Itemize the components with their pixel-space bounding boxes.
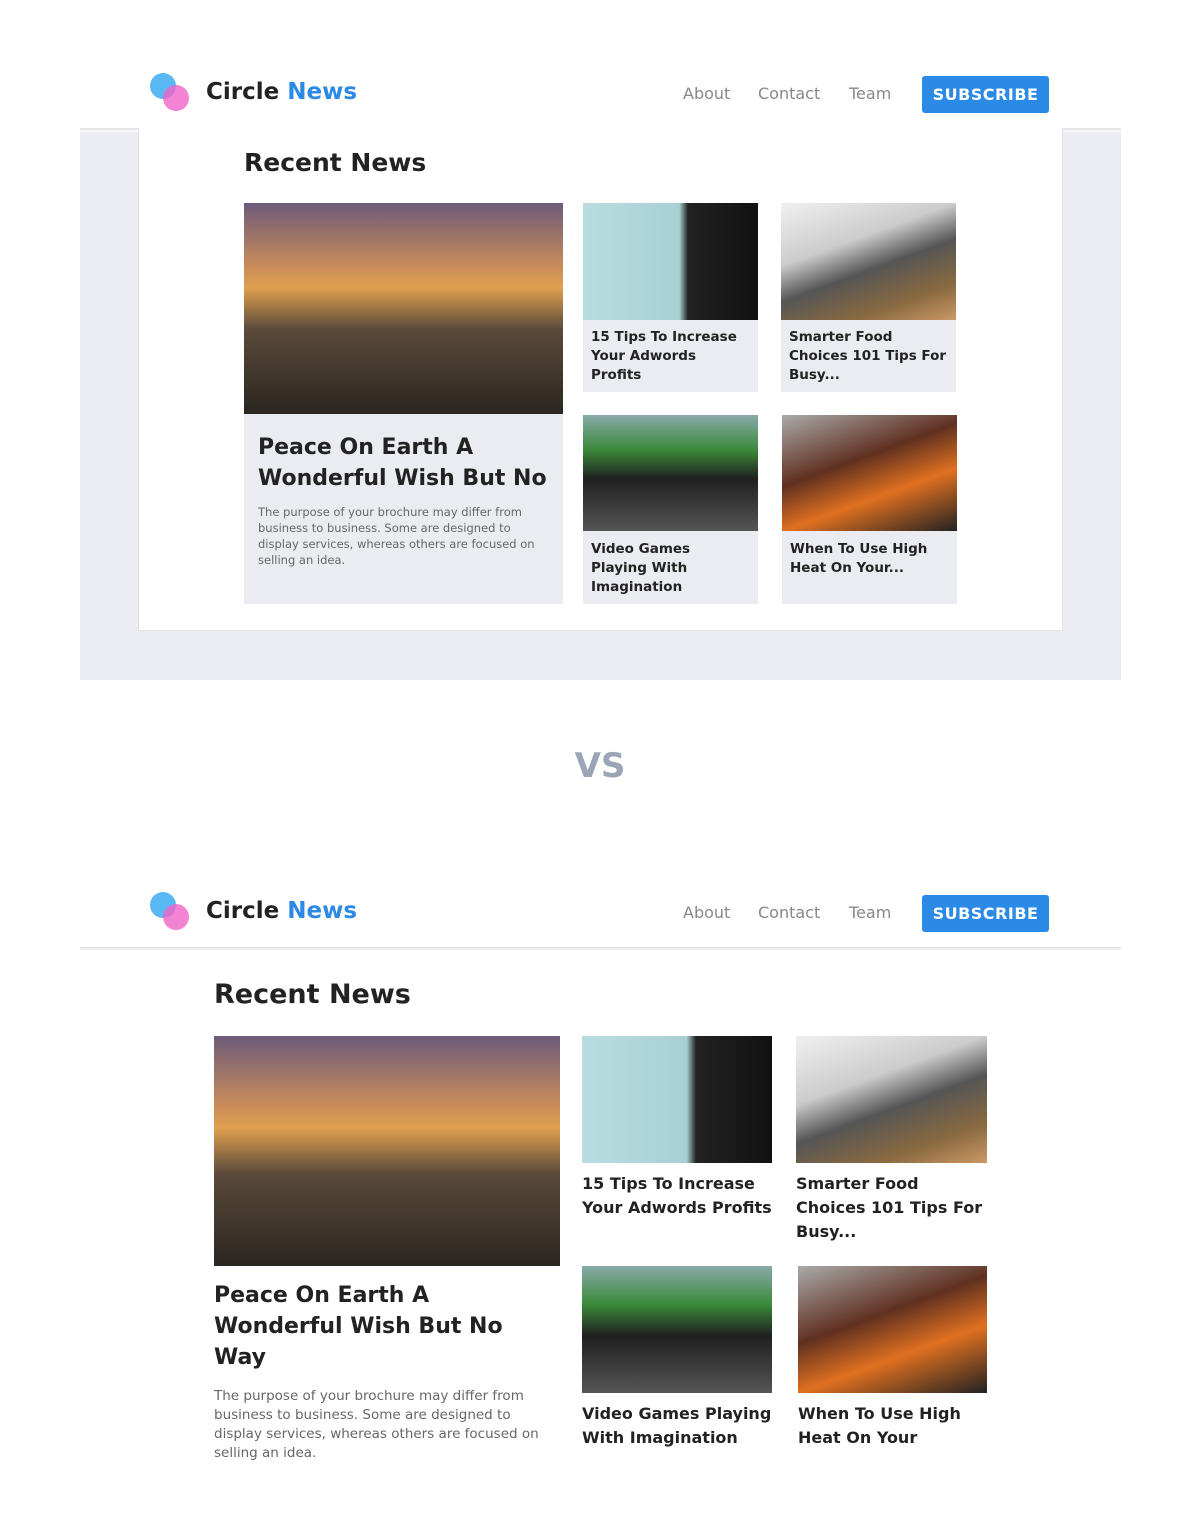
logo-icon[interactable] [150, 892, 190, 932]
card-image [583, 203, 758, 320]
nav-contact[interactable]: Contact [758, 84, 820, 103]
featured-title: Peace On Earth A Wonderful Wish But No W… [214, 1283, 503, 1370]
news-card[interactable]: When To Use High Heat On Your [798, 1266, 987, 1450]
bottom-version: Circle News About Contact Team SUBSCRIBE… [0, 819, 1200, 1533]
card-title: 15 Tips To Increase Your Adwords Profits [582, 1174, 772, 1217]
card-image [796, 1036, 987, 1163]
news-card[interactable]: 15 Tips To Increase Your Adwords Profits [582, 1036, 772, 1220]
vs-label: VS [574, 746, 626, 786]
nav-about[interactable]: About [683, 903, 730, 922]
brand-name[interactable]: Circle News [206, 898, 357, 924]
featured-title: Peace On Earth A Wonderful Wish But No [258, 435, 547, 491]
card-title: Smarter Food Choices 101 Tips For Busy..… [789, 329, 947, 383]
brand-name[interactable]: Circle News [206, 79, 357, 105]
card-title: Video Games Playing With Imagination [582, 1404, 772, 1447]
card-title: Video Games Playing With Imagination [591, 541, 691, 595]
featured-card[interactable]: Peace On Earth A Wonderful Wish But No T… [244, 203, 563, 604]
card-title: Smarter Food Choices 101 Tips For Busy..… [796, 1174, 983, 1241]
card-image [582, 1036, 772, 1163]
subscribe-button[interactable]: SUBSCRIBE [922, 895, 1049, 932]
featured-desc: The purpose of your brochure may differ … [214, 1388, 539, 1461]
news-card[interactable]: Video Games Playing With Imagination [583, 415, 758, 604]
news-card[interactable]: Video Games Playing With Imagination [582, 1266, 772, 1450]
featured-desc: The purpose of your brochure may differ … [258, 505, 535, 567]
nav-contact[interactable]: Contact [758, 903, 820, 922]
featured-image [244, 203, 563, 414]
logo-icon[interactable] [150, 73, 190, 113]
featured-image [214, 1036, 560, 1266]
featured-card[interactable]: Peace On Earth A Wonderful Wish But No W… [214, 1036, 560, 1463]
subscribe-button[interactable]: SUBSCRIBE [922, 76, 1049, 113]
card-image [798, 1266, 987, 1393]
card-image [582, 1266, 772, 1393]
nav-about[interactable]: About [683, 84, 730, 103]
nav-team[interactable]: Team [849, 903, 891, 922]
section-title: Recent News [214, 979, 411, 1010]
card-title: 15 Tips To Increase Your Adwords Profits [591, 329, 737, 383]
card-image [781, 203, 956, 320]
header-divider [80, 947, 1121, 951]
top-version: Circle News About Contact Team SUBSCRIBE… [0, 0, 1200, 690]
section-title: Recent News [244, 148, 427, 177]
card-title: When To Use High Heat On Your [798, 1404, 961, 1447]
nav-team[interactable]: Team [849, 84, 891, 103]
news-card[interactable]: 15 Tips To Increase Your Adwords Profits [583, 203, 758, 392]
news-card[interactable]: When To Use High Heat On Your... [782, 415, 957, 604]
card-title: When To Use High Heat On Your... [790, 541, 928, 576]
news-card[interactable]: Smarter Food Choices 101 Tips For Busy..… [781, 203, 956, 392]
card-image [782, 415, 957, 531]
news-card[interactable]: Smarter Food Choices 101 Tips For Busy..… [796, 1036, 987, 1244]
card-image [583, 415, 758, 531]
